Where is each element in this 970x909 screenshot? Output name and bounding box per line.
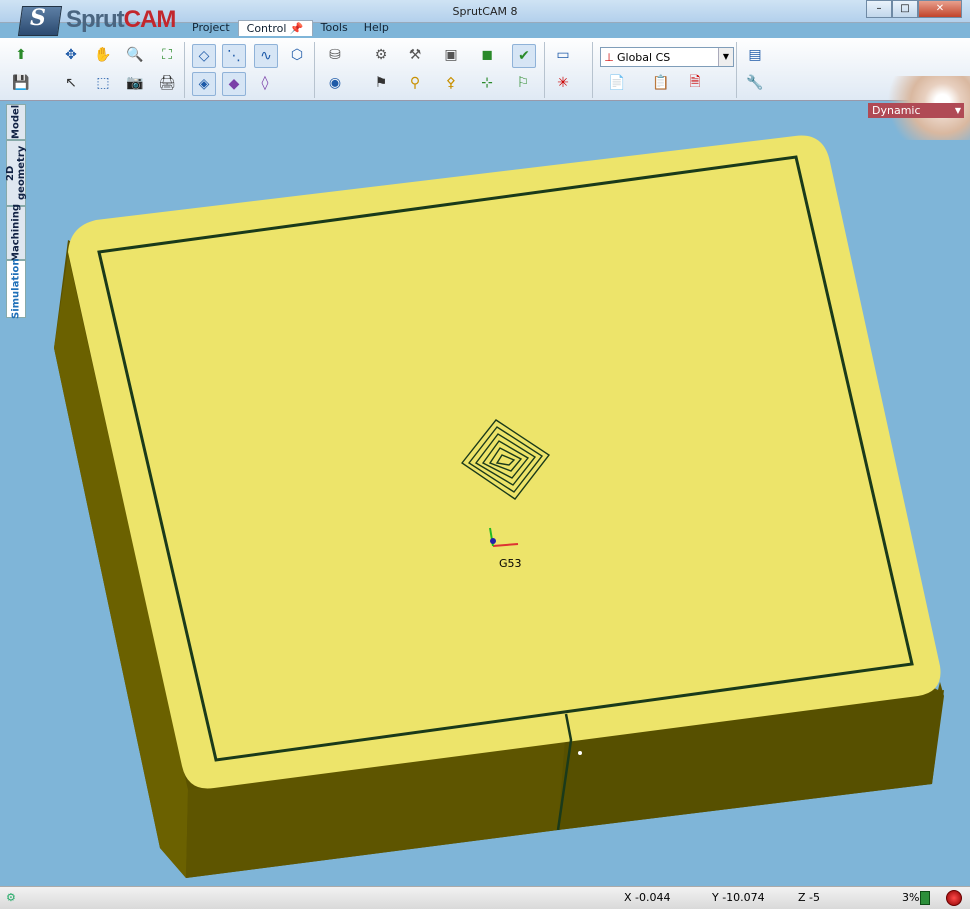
status-z-coordinate: Z -5 [798,891,820,904]
cursor-dot [578,751,582,755]
tab-model[interactable]: Model [6,104,26,140]
cs-label: G53 [499,557,522,570]
tab-2d-geometry[interactable]: 2D geometry [5,140,27,206]
status-x-coordinate: X -0.044 [624,891,671,904]
status-machine-icon: ⚙ [6,891,16,904]
status-y-coordinate: Y -10.074 [712,891,765,904]
status-progress: 3% [902,891,920,904]
stop-simulation-icon[interactable] [946,890,962,906]
viewport-3d[interactable]: G53 [0,0,970,886]
tab-simulation[interactable]: Simulation [6,259,26,319]
status-bar: ⚙ X -0.044 Y -10.074 Z -5 3% [0,886,970,909]
tab-machining[interactable]: Machining [6,204,26,262]
progress-indicator [920,891,930,905]
